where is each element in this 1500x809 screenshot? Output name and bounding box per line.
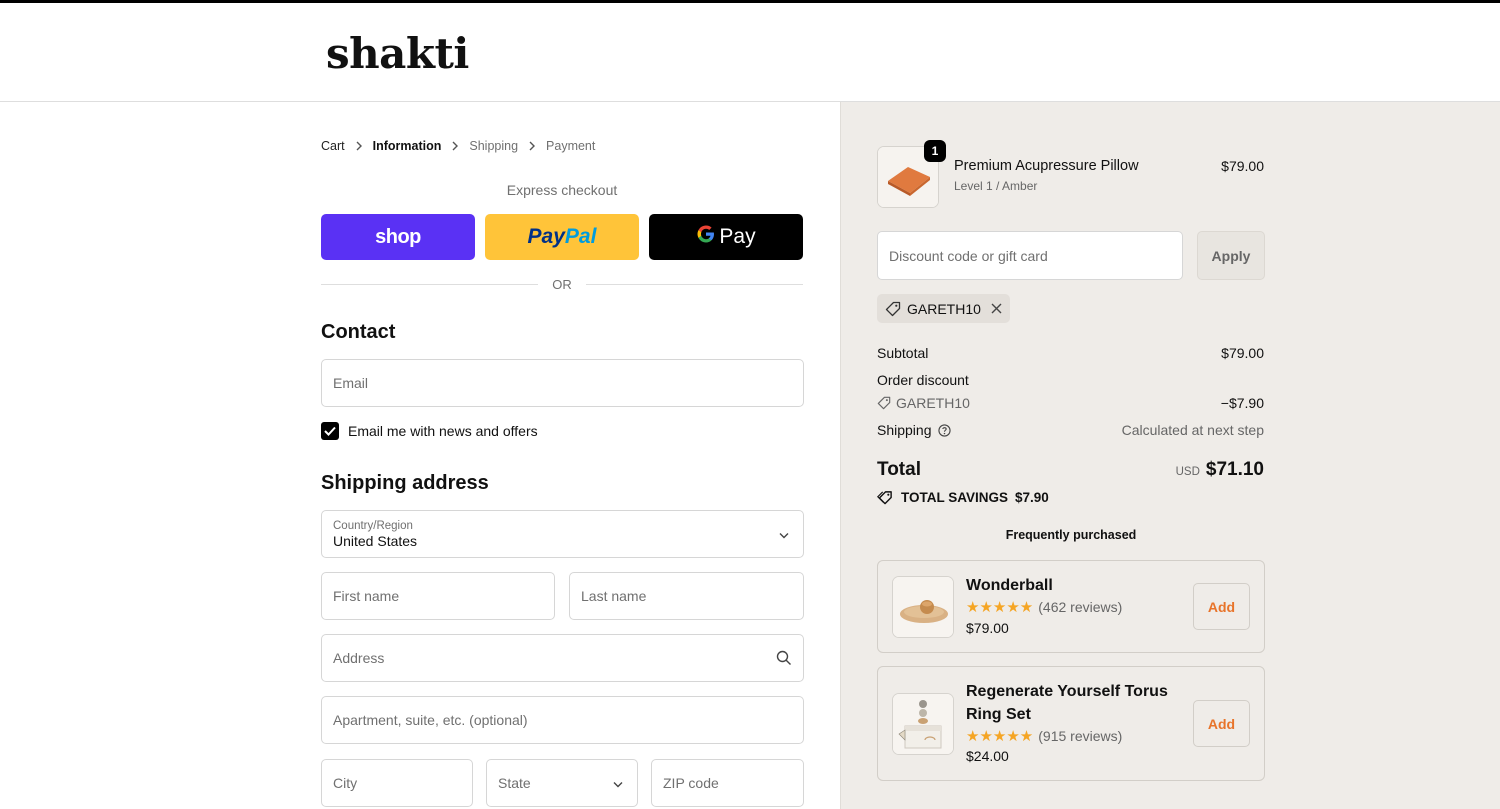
email-input[interactable] bbox=[333, 375, 792, 391]
shipping-value: Calculated at next step bbox=[1121, 422, 1264, 438]
express-checkout-label: Express checkout bbox=[506, 182, 618, 198]
newsletter-checkbox[interactable] bbox=[321, 422, 339, 440]
product-price: $79.00 bbox=[1221, 158, 1264, 174]
breadcrumb-payment: Payment bbox=[546, 139, 596, 153]
contact-heading: Contact bbox=[321, 321, 396, 343]
state-select[interactable]: State bbox=[486, 759, 638, 807]
wonderball-image bbox=[892, 576, 954, 638]
total-label: Total bbox=[877, 459, 921, 480]
zip-input[interactable] bbox=[663, 775, 792, 791]
product-name: Premium Acupressure Pillow bbox=[954, 158, 1139, 174]
discount-value: −$7.90 bbox=[1220, 395, 1264, 411]
address-field[interactable] bbox=[321, 634, 804, 682]
add-wonderball-button[interactable]: Add bbox=[1193, 583, 1250, 630]
shipping-address-heading: Shipping address bbox=[321, 472, 489, 494]
newsletter-label: Email me with news and offers bbox=[348, 423, 538, 439]
brand-logo[interactable]: shakti bbox=[326, 29, 469, 78]
site-header: shakti bbox=[0, 3, 1500, 102]
rating: ★★★★★ (915 reviews) bbox=[966, 727, 1122, 745]
or-divider: OR bbox=[321, 277, 803, 292]
city-field[interactable] bbox=[321, 759, 473, 807]
shipping-label: Shipping bbox=[877, 422, 932, 438]
subtotal-label: Subtotal bbox=[877, 345, 929, 361]
applied-discount-code: GARETH10 bbox=[907, 300, 981, 317]
chevron-right-icon bbox=[451, 141, 459, 151]
order-discount-label: Order discount bbox=[877, 372, 969, 388]
total-value: USD $71.10 bbox=[1176, 459, 1264, 481]
upsell-item-name: Wonderball bbox=[966, 577, 1053, 594]
star-rating-icon: ★★★★★ bbox=[966, 599, 1034, 616]
google-pay-button[interactable]: Pay bbox=[649, 214, 803, 260]
savings-value: $7.90 bbox=[1015, 490, 1049, 505]
discount-code-input[interactable] bbox=[889, 247, 1171, 264]
chevron-right-icon bbox=[355, 141, 363, 151]
upsell-item-price: $24.00 bbox=[966, 748, 1009, 764]
zip-field[interactable] bbox=[651, 759, 804, 807]
shipping-row: Shipping bbox=[877, 422, 951, 438]
rating: ★★★★★ (462 reviews) bbox=[966, 598, 1122, 616]
discount-code-row: GARETH10 bbox=[877, 395, 970, 411]
breadcrumb-shipping: Shipping bbox=[469, 139, 519, 153]
total-savings: TOTAL SAVINGS $7.90 bbox=[877, 490, 1049, 505]
country-label: Country/Region bbox=[333, 519, 413, 532]
paypal-button[interactable]: Pay Pal bbox=[485, 214, 639, 260]
chevron-right-icon bbox=[528, 141, 536, 151]
chevron-down-icon bbox=[779, 526, 789, 542]
chevron-down-icon bbox=[613, 775, 623, 791]
or-label: OR bbox=[552, 277, 572, 292]
search-icon[interactable] bbox=[776, 650, 792, 666]
apartment-field[interactable] bbox=[321, 696, 804, 744]
shop-pay-button[interactable]: shop bbox=[321, 214, 475, 260]
shop-pay-logo: shop bbox=[375, 225, 421, 248]
upsell-card: Regenerate Yourself Torus Ring Set ★★★★★… bbox=[877, 666, 1265, 781]
last-name-input[interactable] bbox=[581, 588, 792, 604]
paypal-logo-part2: Pal bbox=[564, 225, 597, 248]
remove-discount-icon[interactable] bbox=[991, 303, 1002, 314]
breadcrumb-cart[interactable]: Cart bbox=[321, 139, 345, 153]
savings-label: TOTAL SAVINGS bbox=[901, 490, 1009, 505]
google-pay-label: Pay bbox=[719, 225, 756, 248]
help-icon[interactable] bbox=[937, 423, 951, 437]
country-value: United States bbox=[333, 532, 418, 549]
applied-discount-chip: GARETH10 bbox=[877, 294, 1010, 323]
first-name-field[interactable] bbox=[321, 572, 555, 620]
first-name-input[interactable] bbox=[333, 588, 543, 604]
torus-ring-set-image bbox=[892, 693, 954, 755]
quantity-badge: 1 bbox=[924, 140, 946, 162]
country-select[interactable]: Country/Region United States bbox=[321, 510, 804, 558]
discount-code-text: GARETH10 bbox=[896, 395, 970, 411]
paypal-logo-part1: Pay bbox=[527, 225, 565, 248]
star-rating-icon: ★★★★★ bbox=[966, 728, 1034, 745]
review-count: (462 reviews) bbox=[1038, 599, 1123, 615]
currency-code: USD bbox=[1175, 466, 1200, 478]
upsell-card: Wonderball ★★★★★ (462 reviews) $79.00 Ad… bbox=[877, 560, 1265, 653]
city-input[interactable] bbox=[333, 775, 461, 791]
upsell-item-name: Regenerate Yourself Torus Ring Set bbox=[966, 683, 1168, 723]
checkmark-icon bbox=[324, 426, 336, 436]
breadcrumb-information: Information bbox=[372, 139, 442, 153]
last-name-field[interactable] bbox=[569, 572, 804, 620]
savings-tag-icon bbox=[877, 490, 894, 505]
frequently-purchased-title: Frequently purchased bbox=[1005, 528, 1137, 542]
total-amount: $71.10 bbox=[1205, 459, 1264, 480]
apply-discount-button[interactable]: Apply bbox=[1197, 231, 1265, 280]
tag-icon bbox=[885, 301, 901, 317]
address-input[interactable] bbox=[333, 650, 776, 666]
tag-icon bbox=[877, 396, 891, 410]
discount-code-field[interactable] bbox=[877, 231, 1183, 280]
newsletter-checkbox-row[interactable]: Email me with news and offers bbox=[321, 422, 538, 440]
state-placeholder: State bbox=[498, 775, 531, 791]
email-field[interactable] bbox=[321, 359, 804, 407]
product-variant: Level 1 / Amber bbox=[954, 179, 1038, 193]
add-torus-ring-set-button[interactable]: Add bbox=[1193, 700, 1250, 747]
apartment-input[interactable] bbox=[333, 712, 792, 728]
review-count: (915 reviews) bbox=[1038, 728, 1123, 744]
subtotal-value: $79.00 bbox=[1221, 345, 1264, 361]
upsell-item-price: $79.00 bbox=[966, 620, 1009, 636]
breadcrumb: Cart Information Shipping Payment bbox=[321, 139, 595, 153]
google-g-icon bbox=[696, 224, 716, 250]
